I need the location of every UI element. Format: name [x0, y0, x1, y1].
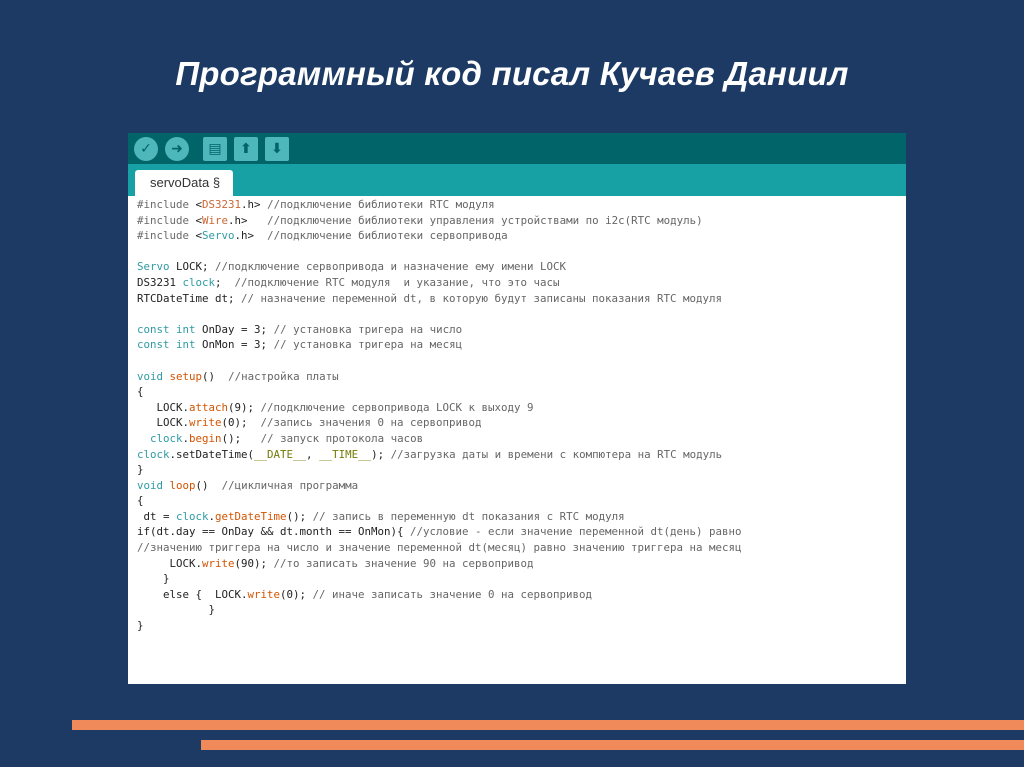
code-line: void loop() //цикличная программа — [137, 478, 359, 492]
ide-tab-bar: servoData § — [128, 164, 906, 196]
code-line: RTCDateTime dt; // назначение переменной… — [137, 291, 723, 305]
arrow-right-icon: ➜ — [171, 141, 183, 157]
arduino-ide-window: ✓ ➜ ▤ ⬆ ⬇ servoData § #include <DS3231.h… — [128, 133, 906, 684]
code-line: LOCK.write(0); //запись значения 0 на се… — [137, 416, 482, 430]
arrow-up-icon: ⬆ — [240, 141, 252, 157]
code-line: { — [137, 494, 144, 508]
arrow-down-icon: ⬇ — [271, 141, 283, 157]
accent-bar-top — [72, 720, 1024, 730]
code-line: if(dt.day == OnDay && dt.month == OnMon)… — [137, 525, 742, 539]
code-line: #include <DS3231.h> //подключение библио… — [137, 198, 495, 211]
code-line: } — [137, 463, 144, 477]
code-line: clock.setDateTime(__DATE__, __TIME__); /… — [137, 447, 723, 461]
accent-bar-bottom — [201, 740, 1024, 750]
code-line: { — [137, 385, 144, 399]
code-line: LOCK.attach(9); //подключение сервоприво… — [137, 400, 534, 414]
save-sketch-button[interactable]: ⬇ — [265, 137, 289, 161]
code-line: #include <Servo.h> //подключение библиот… — [137, 229, 508, 243]
code-line: #include <Wire.h> //подключение библиоте… — [137, 213, 703, 227]
code-line: dt = clock.getDateTime(); // запись в пе… — [137, 509, 625, 523]
code-line: } — [137, 619, 144, 633]
code-line: } — [137, 603, 216, 617]
check-icon: ✓ — [140, 141, 152, 157]
code-line: clock.begin(); // запуск протокола часов — [150, 431, 424, 445]
slide-title: Программный код писал Кучаев Даниил — [175, 55, 849, 92]
code-line: DS3231 clock; //подключение RTC модуля и… — [137, 275, 560, 289]
open-sketch-button[interactable]: ⬆ — [234, 137, 258, 161]
code-line: Servo LOCK; //подключение сервопривода и… — [137, 260, 567, 274]
tab-servodata[interactable]: servoData § — [135, 170, 233, 196]
new-file-icon: ▤ — [208, 141, 222, 157]
new-sketch-button[interactable]: ▤ — [203, 137, 227, 161]
code-line: //значению триггера на число и значение … — [137, 541, 742, 555]
code-line: const int OnDay = 3; // установка тригер… — [137, 322, 463, 336]
ide-toolbar: ✓ ➜ ▤ ⬆ ⬇ — [128, 133, 906, 164]
upload-button[interactable]: ➜ — [165, 137, 189, 161]
code-line: const int OnMon = 3; // установка тригер… — [137, 338, 463, 352]
code-line: void setup() //настройка платы — [137, 369, 339, 383]
verify-button[interactable]: ✓ — [134, 137, 158, 161]
code-editor[interactable]: #include <DS3231.h> //подключение библио… — [137, 197, 906, 634]
code-line: } — [137, 572, 170, 586]
code-line: LOCK.write(90); //то записать значение 9… — [137, 556, 534, 570]
code-line: else { LOCK.write(0); // иначе записать … — [137, 587, 593, 601]
